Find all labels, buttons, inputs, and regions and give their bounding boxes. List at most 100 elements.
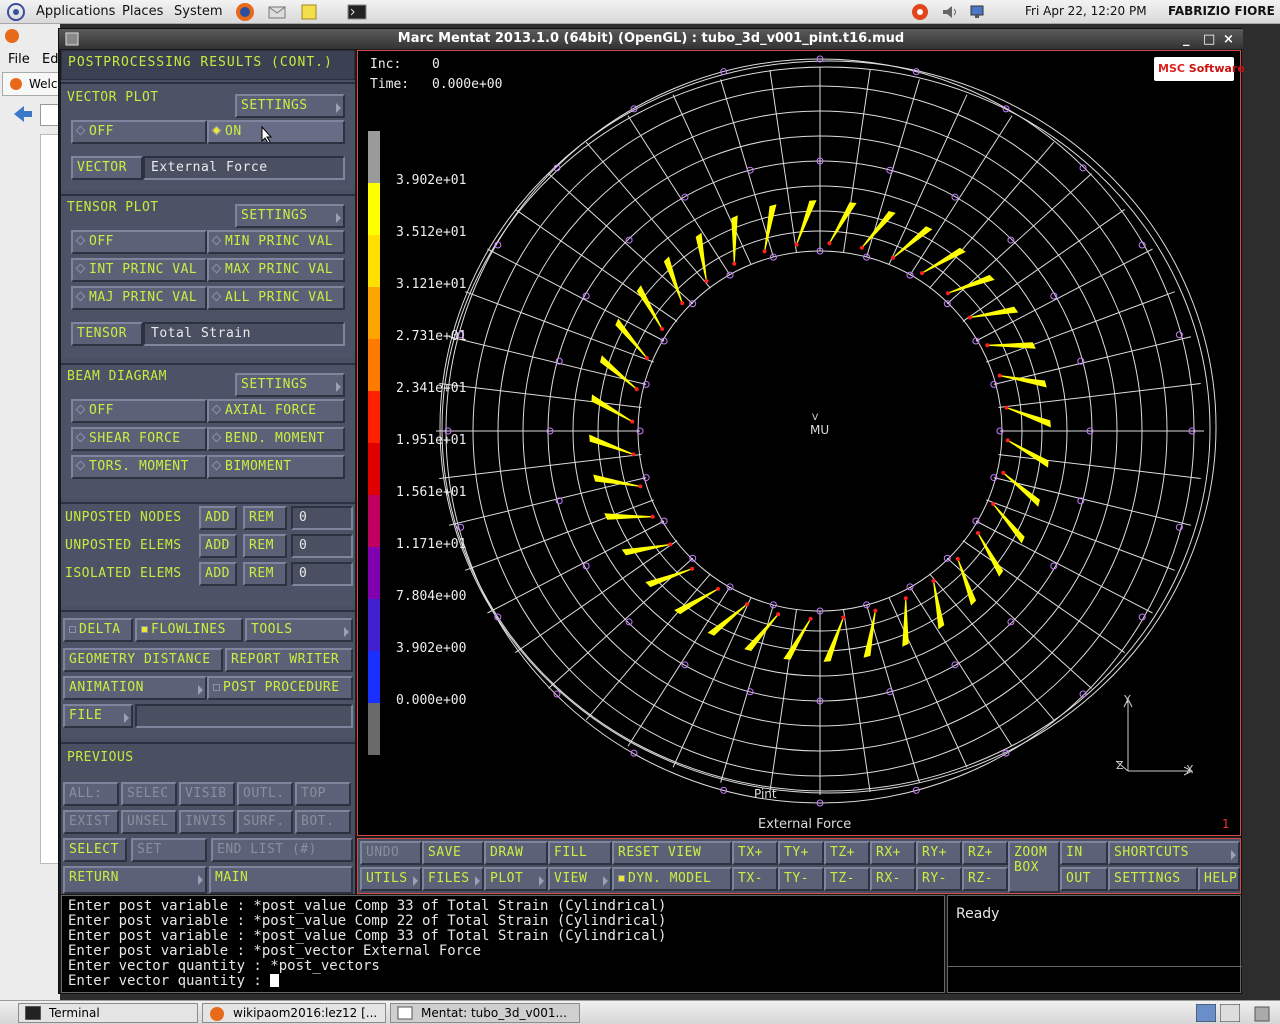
tensor-int-button[interactable]: INT PRINC VAL	[71, 258, 207, 282]
notes-icon[interactable]	[299, 2, 319, 22]
previous-button[interactable]: PREVIOUS	[67, 750, 134, 765]
vector-select-button[interactable]: VECTOR	[71, 156, 143, 180]
tensor-settings-button[interactable]: SETTINGS	[235, 204, 345, 228]
return-button[interactable]: RETURN	[63, 866, 207, 894]
help-button[interactable]: HELP	[1198, 867, 1240, 891]
main-button[interactable]: MAIN	[209, 866, 353, 894]
isolated-elems-rem[interactable]: REM	[243, 562, 287, 586]
command-console[interactable]: Enter post variable : *post_value Comp 3…	[61, 895, 945, 993]
rx-plus-button[interactable]: RX+	[870, 841, 916, 865]
selection-outl-button[interactable]: OUTL.	[237, 782, 293, 806]
undo-button[interactable]: UNDO	[360, 841, 422, 865]
selection-invis-button[interactable]: INVIS	[179, 810, 235, 834]
unposted-elems-rem[interactable]: REM	[243, 534, 287, 558]
draw-button[interactable]: DRAW	[484, 841, 548, 865]
settings-button[interactable]: SETTINGS	[1108, 867, 1198, 891]
console-input-line[interactable]: Enter vector quantity :	[68, 974, 938, 989]
fill-button[interactable]: FILL	[548, 841, 612, 865]
url-bar[interactable]	[40, 104, 60, 126]
selection-selec-button[interactable]: SELEC	[121, 782, 177, 806]
end-list-button[interactable]: END LIST (#)	[211, 838, 353, 862]
firefox-icon[interactable]	[235, 2, 255, 22]
tensor-value-field[interactable]: Total Strain	[143, 322, 345, 346]
clock[interactable]: Fri Apr 22, 12:20 PM	[1025, 4, 1147, 18]
tensor-maj-button[interactable]: MAJ PRINC VAL	[71, 286, 207, 310]
trash-icon[interactable]	[1250, 1004, 1274, 1022]
tensor-select-button[interactable]: TENSOR	[71, 322, 143, 346]
file-field[interactable]	[135, 704, 353, 728]
workspace-2-icon[interactable]	[1220, 1004, 1240, 1022]
places-menu[interactable]: Places	[122, 4, 163, 19]
back-arrow-icon[interactable]	[12, 104, 34, 124]
tx-plus-button[interactable]: TX+	[732, 841, 778, 865]
vector-off-button[interactable]: OFF	[71, 120, 207, 144]
window-titlebar[interactable]: Marc Mentat 2013.1.0 (64bit) (OpenGL) : …	[59, 29, 1243, 49]
graphics-viewport[interactable]: Inc: 0 Time: 0.000e+00 MSC Software 3.90…	[357, 50, 1245, 836]
maximize-button[interactable]: □	[1203, 30, 1215, 50]
beam-shear-button[interactable]: SHEAR FORCE	[71, 427, 207, 451]
window-menu-icon[interactable]	[65, 32, 79, 46]
taskbar-terminal[interactable]: Terminal	[18, 1003, 198, 1023]
post-procedure-toggle[interactable]: POST PROCEDURE	[207, 676, 353, 700]
tz-plus-button[interactable]: TZ+	[824, 841, 870, 865]
workspace-1-icon[interactable]	[1196, 1004, 1216, 1022]
files-button[interactable]: FILES	[422, 867, 484, 891]
selection-surf-button[interactable]: SURF.	[237, 810, 293, 834]
save-button[interactable]: SAVE	[422, 841, 484, 865]
select-button[interactable]: SELECT	[63, 838, 127, 862]
update-alert-icon[interactable]	[910, 2, 930, 22]
beam-off-button[interactable]: OFF	[71, 399, 207, 423]
ty-minus-button[interactable]: TY-	[778, 867, 824, 891]
plot-button[interactable]: PLOT	[484, 867, 548, 891]
tz-minus-button[interactable]: TZ-	[824, 867, 870, 891]
selection-all-button[interactable]: ALL:	[63, 782, 119, 806]
tx-minus-button[interactable]: TX-	[732, 867, 778, 891]
delta-toggle[interactable]: DELTA	[63, 618, 133, 642]
unposted-elems-add[interactable]: ADD	[199, 534, 237, 558]
gnome-foot-icon[interactable]	[6, 2, 26, 22]
geometry-distance-button[interactable]: GEOMETRY DISTANCE	[63, 648, 223, 672]
browser-tab[interactable]: Welc	[2, 72, 60, 96]
animation-button[interactable]: ANIMATION	[63, 676, 207, 700]
unposted-nodes-add[interactable]: ADD	[199, 506, 237, 530]
file-menu[interactable]: File	[8, 52, 30, 67]
tensor-all-button[interactable]: ALL PRINC VAL	[207, 286, 345, 310]
beam-axial-button[interactable]: AXIAL FORCE	[207, 399, 345, 423]
zoom-box-button[interactable]: ZOOM BOX	[1008, 841, 1060, 893]
tensor-max-button[interactable]: MAX PRINC VAL	[207, 258, 345, 282]
network-icon[interactable]	[968, 2, 988, 22]
taskbar-browser[interactable]: wikipaom2016:lez12 [...	[202, 1003, 386, 1023]
beam-settings-button[interactable]: SETTINGS	[235, 373, 345, 397]
selection-visib-button[interactable]: VISIB	[179, 782, 235, 806]
ry-plus-button[interactable]: RY+	[916, 841, 962, 865]
rz-minus-button[interactable]: RZ-	[962, 867, 1008, 891]
edit-menu[interactable]: Ed	[42, 52, 58, 67]
selection-bot-button[interactable]: BOT.	[295, 810, 351, 834]
ry-minus-button[interactable]: RY-	[916, 867, 962, 891]
dyn-model-toggle[interactable]: DYN. MODEL	[612, 867, 732, 891]
minimize-button[interactable]: _	[1183, 30, 1190, 50]
tools-button[interactable]: TOOLS	[245, 618, 353, 642]
unposted-nodes-rem[interactable]: REM	[243, 506, 287, 530]
beam-bimoment-button[interactable]: BIMOMENT	[207, 455, 345, 479]
tensor-off-button[interactable]: OFF	[71, 230, 207, 254]
isolated-elems-add[interactable]: ADD	[199, 562, 237, 586]
beam-bend-button[interactable]: BEND. MOMENT	[207, 427, 345, 451]
volume-icon[interactable]	[940, 2, 960, 22]
zoom-out-button[interactable]: OUT	[1060, 867, 1108, 891]
selection-unsel-button[interactable]: UNSEL	[121, 810, 177, 834]
terminal-launcher-icon[interactable]	[347, 2, 367, 22]
reset-view-button[interactable]: RESET VIEW	[612, 841, 732, 865]
utils-button[interactable]: UTILS	[360, 867, 422, 891]
selection-top-button[interactable]: TOP	[295, 782, 351, 806]
report-writer-button[interactable]: REPORT WRITER	[225, 648, 353, 672]
applications-menu[interactable]: Applications	[36, 4, 115, 19]
vector-value-field[interactable]: External Force	[143, 156, 345, 180]
zoom-in-button[interactable]: IN	[1060, 841, 1108, 865]
mail-icon[interactable]	[267, 2, 287, 22]
taskbar-mentat[interactable]: Mentat: tubo_3d_v001...	[390, 1003, 580, 1023]
file-button[interactable]: FILE	[63, 704, 133, 728]
beam-tors-button[interactable]: TORS. MOMENT	[71, 455, 207, 479]
user-menu[interactable]: FABRIZIO FIORE	[1168, 4, 1275, 18]
shortcuts-button[interactable]: SHORTCUTS	[1108, 841, 1240, 865]
